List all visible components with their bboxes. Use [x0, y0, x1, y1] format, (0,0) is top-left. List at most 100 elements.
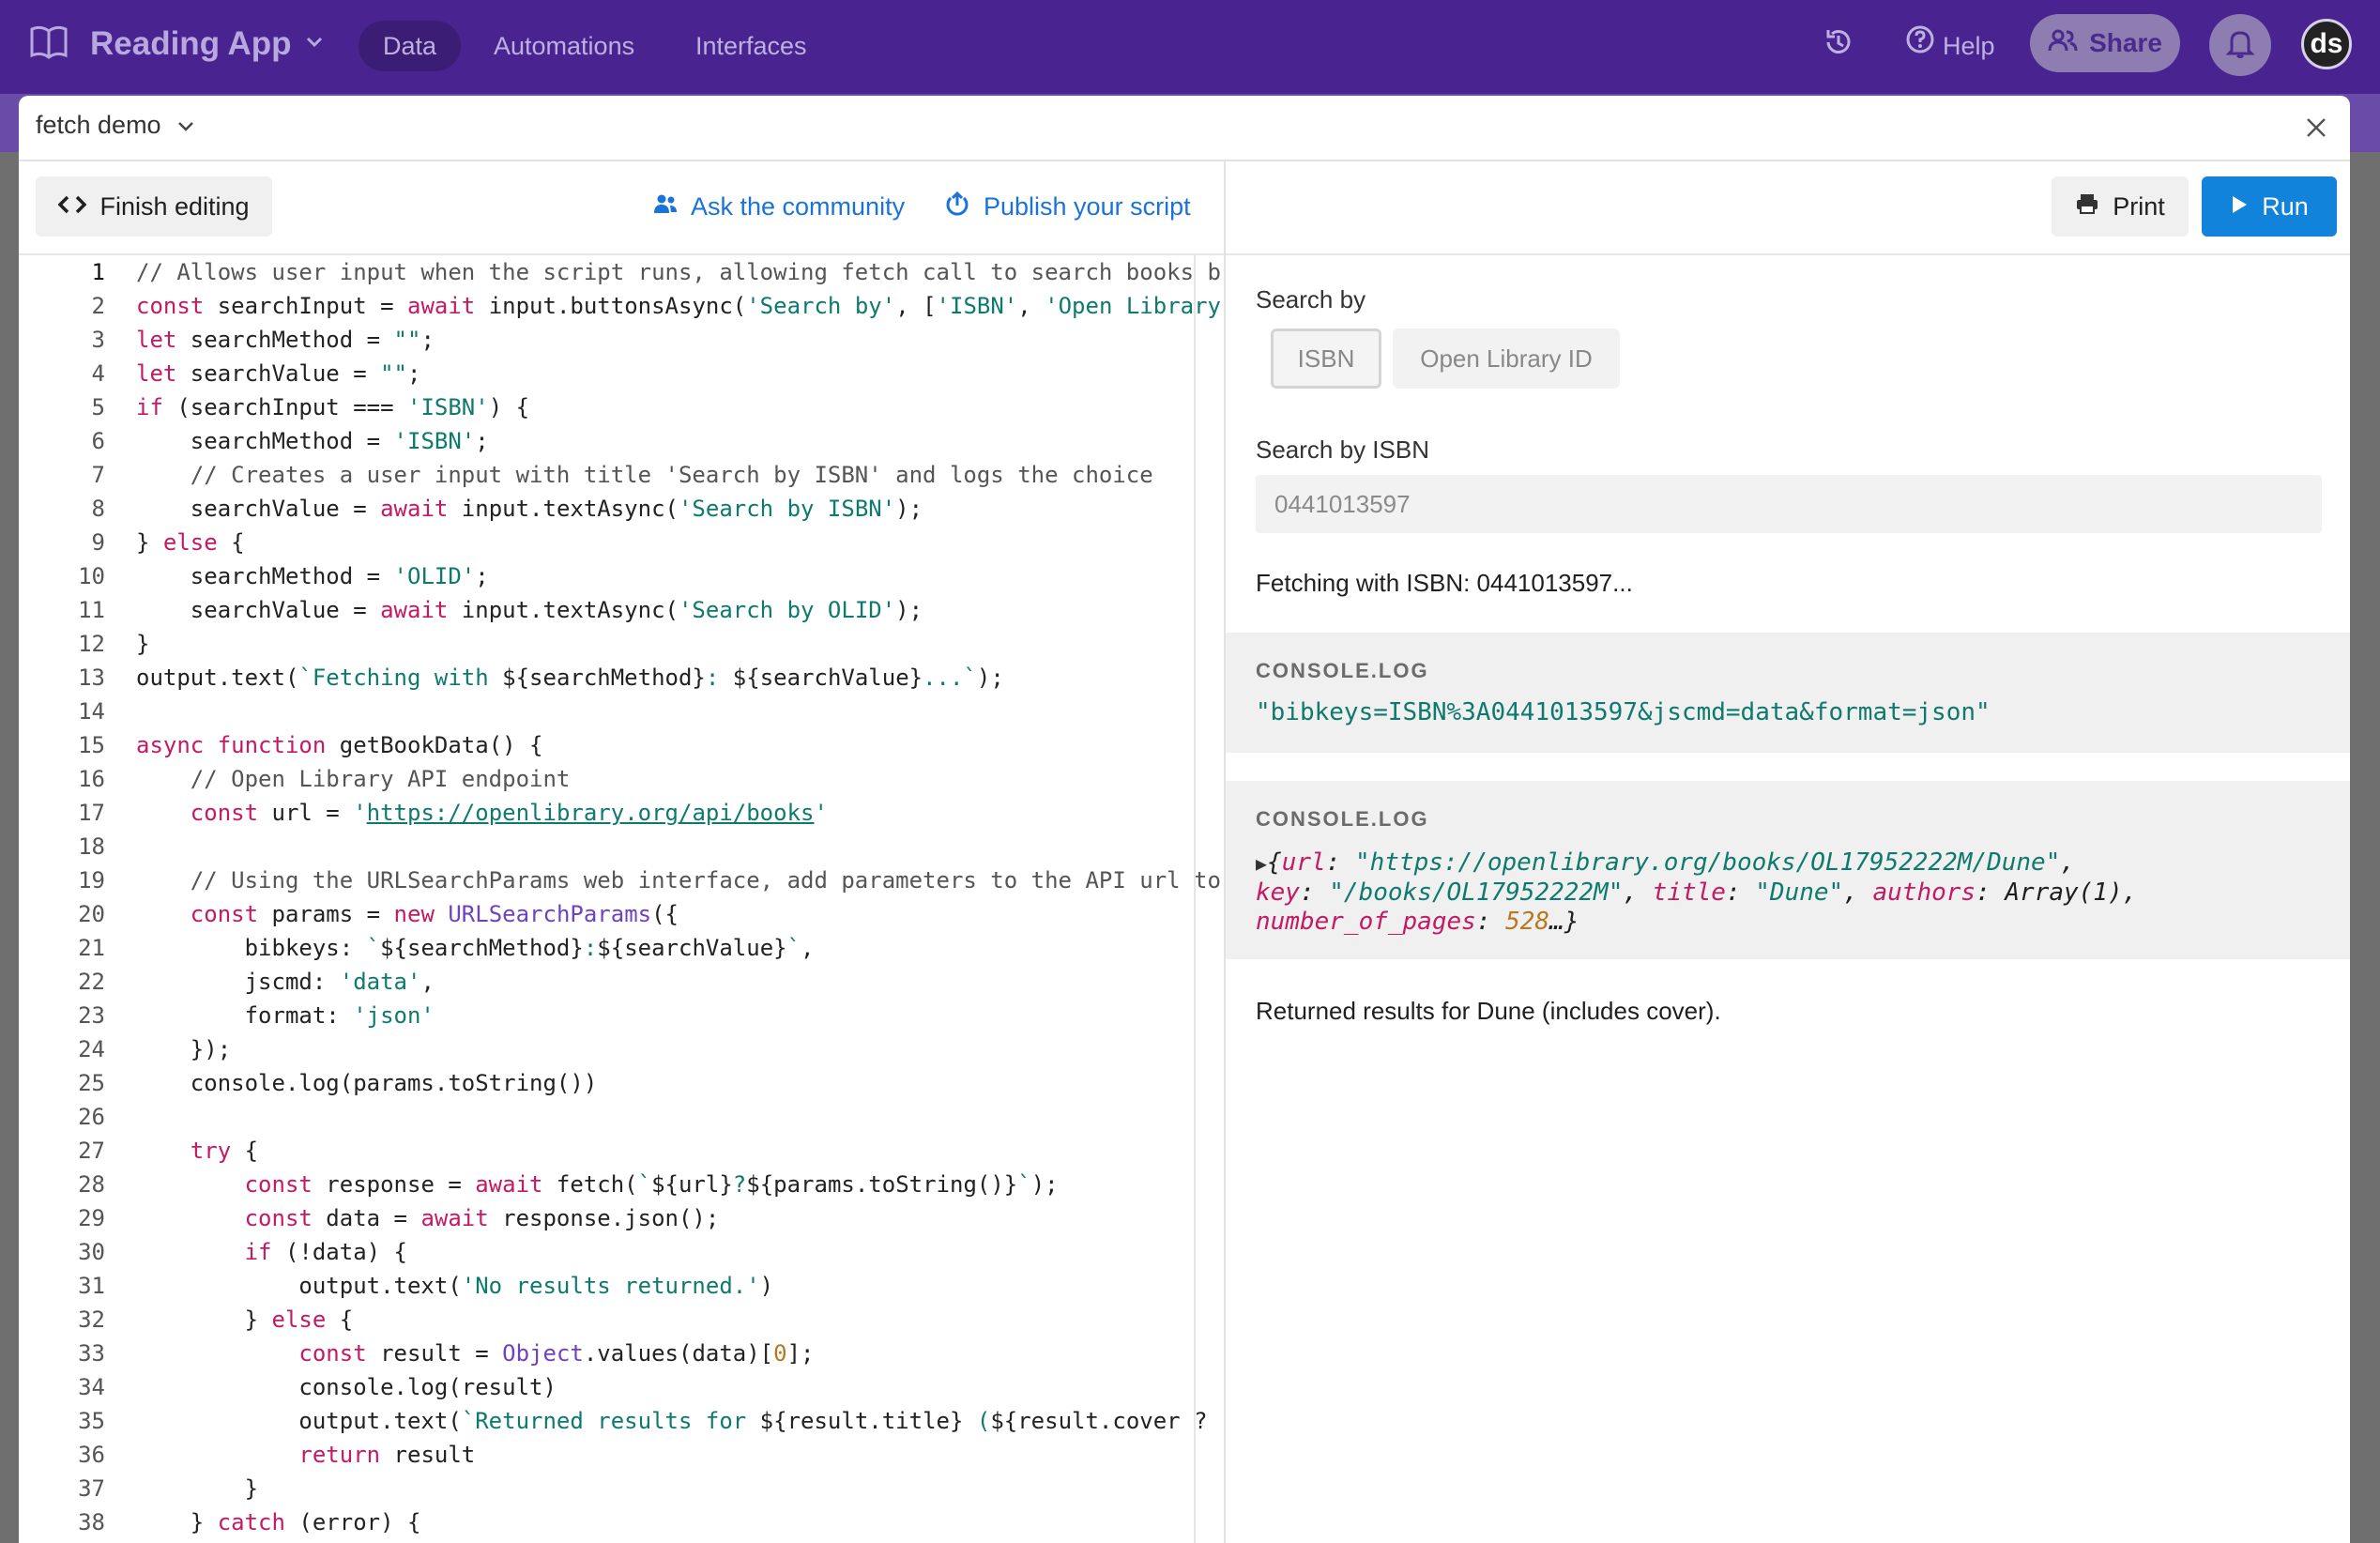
app-brand[interactable]: Reading App [28, 21, 324, 68]
code-editor[interactable]: 1 // Allows user input when the script ru… [19, 255, 1224, 1543]
code-line[interactable]: 36 return result [19, 1438, 1224, 1472]
code-line[interactable]: 38 } catch (error) { [19, 1505, 1224, 1539]
notifications-button[interactable] [2209, 14, 2271, 76]
expand-triangle-icon[interactable]: ▶ [1256, 852, 1267, 875]
line-number: 26 [78, 1104, 105, 1130]
line-number: 16 [78, 766, 105, 792]
publish-script-button[interactable]: Publish your script [944, 176, 1191, 237]
code-line[interactable]: 30 if (!data) { [19, 1235, 1224, 1269]
console-log-block: CONSOLE.LOG "bibkeys=ISBN%3A0441013597&j… [1226, 633, 2350, 753]
nav-data[interactable]: Data [359, 21, 462, 71]
code-line[interactable]: 22 jscmd: 'data', [19, 965, 1224, 999]
print-button[interactable]: Print [2052, 176, 2189, 237]
code-line[interactable]: 12} [19, 627, 1224, 661]
code-line[interactable]: 27 try { [19, 1134, 1224, 1168]
code-line[interactable]: 21 bibkeys: `${searchMethod}:${searchVal… [19, 931, 1224, 965]
line-number: 15 [78, 732, 105, 758]
code-line[interactable]: 7 // Creates a user input with title 'Se… [19, 458, 1224, 492]
output-panel: Print Run Search by ISBN Open Library ID… [1226, 161, 2350, 1543]
code-line[interactable]: 23 format: 'json' [19, 999, 1224, 1032]
code-line[interactable]: 11 searchValue = await input.textAsync('… [19, 593, 1224, 627]
code-line[interactable]: 18 [19, 830, 1224, 863]
app-title: Reading App [90, 25, 292, 62]
close-icon[interactable] [2301, 113, 2331, 143]
line-number: 31 [78, 1273, 105, 1299]
code-text: output.text('No results returned.') [136, 1273, 774, 1299]
code-text: format: 'json' [136, 1002, 435, 1029]
code-line[interactable]: 15 async function getBookData() { [19, 728, 1224, 762]
isbn-input[interactable]: 0441013597 [1256, 475, 2322, 533]
line-number: 5 [91, 394, 105, 420]
code-line[interactable]: 3 let searchMethod = ""; [19, 323, 1224, 357]
code-line[interactable]: 28 const response = await fetch(`${url}?… [19, 1168, 1224, 1201]
code-line[interactable]: 8 searchValue = await input.textAsync('S… [19, 492, 1224, 526]
code-line[interactable]: 9} else { [19, 526, 1224, 559]
code-line[interactable]: 19 // Using the URLSearchParams web inte… [19, 863, 1224, 897]
nav-interfaces[interactable]: Interfaces [695, 21, 807, 71]
line-number: 23 [78, 1002, 105, 1029]
line-number: 7 [91, 462, 105, 488]
code-text: searchValue = await input.textAsync('Sea… [136, 496, 923, 522]
code-text: bibkeys: `${searchMethod}:${searchValue}… [136, 935, 815, 961]
code-line[interactable]: 37 } [19, 1472, 1224, 1505]
object-key-url: url [1281, 848, 1326, 877]
nav-automations[interactable]: Automations [494, 21, 634, 71]
search-by-label: Search by [1256, 285, 1366, 313]
users-icon [2048, 28, 2078, 59]
code-text: const searchInput = await input.buttonsA… [136, 293, 1221, 319]
code-text: const response = await fetch(`${url}?${p… [244, 1171, 1059, 1198]
avatar[interactable]: ds [2301, 19, 2352, 69]
ask-community-label: Ask the community [691, 191, 906, 221]
code-line[interactable]: 31 output.text('No results returned.') [19, 1269, 1224, 1303]
fetching-message: Fetching with ISBN: 0441013597... [1256, 569, 1633, 597]
console-log-object[interactable]: ▶{url: "https://openlibrary.org/books/OL… [1256, 848, 2137, 937]
print-label: Print [2113, 191, 2165, 221]
code-line[interactable]: 24 }); [19, 1032, 1224, 1066]
code-text: output.text(`Fetching with ${searchMetho… [136, 665, 1004, 691]
code-line[interactable]: 32 } else { [19, 1303, 1224, 1337]
code-line[interactable]: 35 output.text(`Returned results for ${r… [19, 1404, 1224, 1438]
code-line[interactable]: 14 [19, 695, 1224, 728]
console-log-heading: CONSOLE.LOG [1256, 807, 1429, 831]
code-line[interactable]: 5 if (searchInput === 'ISBN') { [19, 390, 1224, 424]
object-value-url: "https://openlibrary.org/books/OL1795222… [1354, 848, 2061, 877]
code-line[interactable]: 29 const data = await response.json(); [19, 1201, 1224, 1235]
code-line[interactable]: 17 const url = 'https://openlibrary.org/… [19, 796, 1224, 830]
line-number: 19 [78, 867, 105, 894]
ask-community-button[interactable]: Ask the community [653, 176, 905, 237]
history-icon[interactable] [1823, 26, 1854, 63]
code-line[interactable]: 16 // Open Library API endpoint [19, 762, 1224, 796]
code-text: async function getBookData() { [136, 732, 543, 758]
run-label: Run [2262, 191, 2309, 221]
code-line[interactable]: 33 const result = Object.values(data)[0]… [19, 1337, 1224, 1370]
code-line[interactable]: 13 output.text(`Fetching with ${searchMet… [19, 661, 1224, 695]
code-line[interactable]: 1 // Allows user input when the script ru… [19, 255, 1224, 289]
code-text: // Creates a user input with title 'Sear… [136, 462, 1153, 488]
finish-editing-button[interactable]: Finish editing [36, 176, 272, 237]
line-number: 10 [78, 563, 105, 589]
editor-scrollbar[interactable] [1194, 255, 1196, 1543]
code-text: const params = new URLSearchParams({ [190, 901, 679, 927]
share-button[interactable]: Share [2030, 14, 2180, 72]
choice-olid-button[interactable]: Open Library ID [1393, 328, 1620, 389]
run-button[interactable]: Run [2202, 176, 2337, 237]
help-button[interactable]: Help [1905, 21, 1995, 71]
code-line[interactable]: 20 const params = new URLSearchParams({ [19, 897, 1224, 931]
app-topbar: Reading App Data Automations Interfaces … [0, 0, 2380, 94]
code-line[interactable]: 25 console.log(params.toString()) [19, 1066, 1224, 1100]
console-log-heading: CONSOLE.LOG [1256, 659, 1429, 682]
code-text: // Using the URLSearchParams web interfa… [136, 867, 1221, 894]
code-line[interactable]: 4 let searchValue = ""; [19, 357, 1224, 390]
script-selector[interactable]: fetch demo [36, 111, 195, 140]
code-text: const data = await response.json(); [244, 1205, 720, 1231]
code-line[interactable]: 6 searchMethod = 'ISBN'; [19, 424, 1224, 458]
code-line[interactable]: 2 const searchInput = await input.buttons… [19, 289, 1224, 323]
code-line[interactable]: 26 [19, 1100, 1224, 1134]
chevron-down-icon [305, 36, 324, 53]
choice-isbn-button[interactable]: ISBN [1271, 328, 1381, 389]
code-line[interactable]: 34 console.log(result) [19, 1370, 1224, 1404]
code-text: }); [136, 1036, 232, 1062]
code-line[interactable]: 10 searchMethod = 'OLID'; [19, 559, 1224, 593]
share-label: Share [2089, 28, 2162, 57]
line-number: 3 [91, 327, 105, 353]
